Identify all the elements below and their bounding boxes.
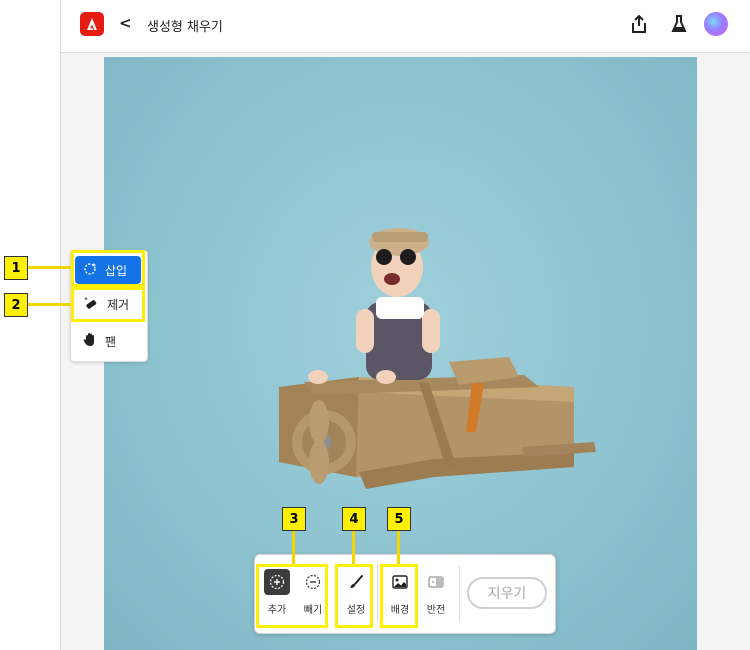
clear-button[interactable]: 지우기 — [467, 577, 547, 609]
adobe-logo-icon[interactable] — [80, 12, 104, 36]
callout-connector-4 — [352, 529, 355, 564]
callout-number-5: 5 — [387, 507, 411, 531]
top-bar: < 생성형 채우기 — [61, 0, 750, 53]
callout-highlight-settings — [335, 564, 373, 628]
callout-number-1: 1 — [4, 256, 28, 280]
callout-number-2: 2 — [4, 293, 28, 317]
callout-number-3: 3 — [282, 507, 306, 531]
back-button[interactable]: < — [119, 14, 132, 32]
callout-connector-2 — [27, 303, 71, 306]
divider — [459, 565, 460, 621]
user-avatar[interactable] — [704, 12, 728, 36]
invert-icon — [423, 569, 449, 595]
callout-connector-3 — [292, 529, 295, 564]
invert-selection-button[interactable]: 반전 — [418, 569, 454, 616]
callout-highlight-add-subtract — [256, 564, 328, 628]
share-export-icon[interactable] — [630, 14, 648, 38]
hand-icon — [83, 332, 97, 350]
divider — [377, 565, 378, 621]
callout-connector-1 — [27, 266, 71, 269]
callout-highlight-insert — [71, 250, 145, 287]
invert-label: 반전 — [426, 605, 446, 616]
tool-pan[interactable]: 팬 — [75, 327, 141, 355]
callout-number-4: 4 — [342, 507, 366, 531]
callout-highlight-background — [380, 564, 418, 628]
page-title: 생성형 채우기 — [147, 20, 223, 35]
callout-connector-5 — [397, 529, 400, 564]
callout-highlight-remove — [71, 287, 145, 322]
tool-pan-label: 팬 — [105, 334, 117, 349]
beaker-labs-icon[interactable] — [670, 14, 688, 38]
